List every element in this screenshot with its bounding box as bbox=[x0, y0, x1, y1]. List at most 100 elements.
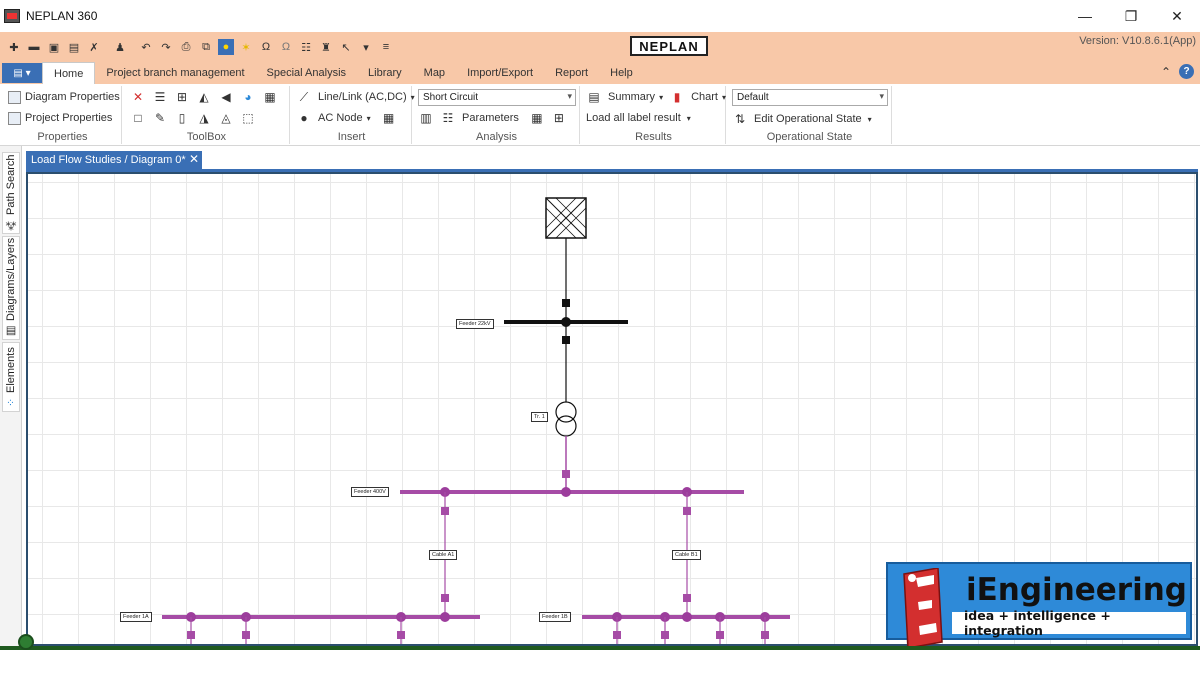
mv-breaker-bottom[interactable] bbox=[562, 336, 570, 344]
tab-help[interactable]: Help bbox=[599, 62, 644, 84]
minimize-button[interactable]: — bbox=[1062, 0, 1108, 32]
ribbon-help-controls: ⌃ ? bbox=[1161, 64, 1194, 79]
title-bar: NEPLAN 360 — ❐ ✕ bbox=[0, 0, 1200, 32]
format-icon[interactable]: ⬚ bbox=[240, 111, 256, 125]
sidebar-tab-path-search[interactable]: ⁂ Path Search bbox=[2, 152, 20, 234]
busbar-node[interactable] bbox=[440, 612, 450, 622]
tab-import-export[interactable]: Import/Export bbox=[456, 62, 544, 84]
grid-icon[interactable]: ☷ bbox=[298, 39, 314, 55]
flip-icon[interactable]: ◬ bbox=[218, 111, 234, 125]
user-icon[interactable]: ♟ bbox=[112, 39, 128, 55]
insert-grid-icon[interactable]: ▦ bbox=[381, 111, 397, 125]
copy-icon[interactable]: ⧉ bbox=[198, 39, 214, 55]
network-icon[interactable]: ⊞ bbox=[551, 111, 567, 125]
transformer-tr1[interactable] bbox=[555, 401, 577, 437]
shape-icon[interactable]: ◭ bbox=[196, 90, 212, 104]
label-cable-b1[interactable]: Cable B1 bbox=[672, 550, 701, 560]
pie-icon[interactable]: ◕ bbox=[240, 90, 256, 104]
cable-b1-breaker-bottom[interactable] bbox=[683, 594, 691, 602]
sidebar-tab-diagrams-layers[interactable]: ▤ Diagrams/Layers bbox=[2, 236, 20, 340]
load-breaker[interactable] bbox=[761, 631, 769, 639]
line-link-button[interactable]: ⟋ Line/Link (AC,DC) ▾ bbox=[296, 88, 415, 106]
label-feeder-1a[interactable]: Feeder 1A bbox=[120, 612, 152, 622]
close-button[interactable]: ✕ bbox=[1154, 0, 1200, 32]
save-icon[interactable]: ▣ bbox=[46, 39, 62, 55]
image-icon[interactable]: ▦ bbox=[262, 90, 278, 104]
cable-a1-breaker-bottom[interactable] bbox=[441, 594, 449, 602]
close-document-icon[interactable]: ✕ bbox=[189, 152, 199, 166]
binoculars-icon[interactable]: ♜ bbox=[318, 39, 334, 55]
edit-operational-state-button[interactable]: ⇅ Edit Operational State ▾ bbox=[732, 110, 872, 128]
omega-outline-icon[interactable]: Ω bbox=[278, 39, 294, 55]
label-feeder-22kv[interactable]: Feeder 22kV bbox=[456, 319, 494, 329]
sun-icon[interactable]: ✶ bbox=[238, 39, 254, 55]
connect-icon[interactable]: ⊞ bbox=[174, 90, 190, 104]
summary-button[interactable]: Summary bbox=[608, 91, 655, 103]
cable-a1-breaker-top[interactable] bbox=[441, 507, 449, 515]
tab-map[interactable]: Map bbox=[413, 62, 456, 84]
load-breaker[interactable] bbox=[187, 631, 195, 639]
tab-special-analysis[interactable]: Special Analysis bbox=[256, 62, 358, 84]
chart-button[interactable]: Chart bbox=[691, 91, 718, 103]
operational-state-select[interactable]: Default ▾ bbox=[732, 89, 888, 106]
neplan-logo: NEPLAN bbox=[630, 36, 708, 56]
customize-icon[interactable]: ≡ bbox=[378, 39, 394, 55]
tab-library[interactable]: Library bbox=[357, 62, 413, 84]
table-icon[interactable]: ▦ bbox=[529, 111, 545, 125]
label-tr1[interactable]: Tr. 1 bbox=[531, 412, 548, 422]
new-icon[interactable]: ✚ bbox=[6, 39, 22, 55]
restore-button[interactable]: ❐ bbox=[1108, 0, 1154, 32]
help-icon[interactable]: ? bbox=[1179, 64, 1194, 79]
tab-project-branch-management[interactable]: Project branch management bbox=[95, 62, 255, 84]
pointer-icon[interactable]: ↖ bbox=[338, 39, 354, 55]
print-icon[interactable]: ⎙ bbox=[178, 39, 194, 55]
status-indicator-icon[interactable] bbox=[18, 634, 34, 650]
load-breaker[interactable] bbox=[613, 631, 621, 639]
load-breaker[interactable] bbox=[242, 631, 250, 639]
omega-icon[interactable]: Ω bbox=[258, 39, 274, 55]
rectangle-icon[interactable]: □ bbox=[130, 111, 146, 125]
dropdown-icon[interactable]: ▾ bbox=[358, 39, 374, 55]
load-all-label-result-button[interactable]: Load all label result ▾ bbox=[586, 109, 691, 127]
ac-node-button[interactable]: ● AC Node ▾ ▦ bbox=[296, 109, 403, 127]
parameters-button[interactable]: Parameters bbox=[462, 112, 519, 124]
align-icon[interactable]: ☰ bbox=[152, 90, 168, 104]
open-folder-icon[interactable]: ▬ bbox=[26, 39, 42, 55]
mv-breaker-top[interactable] bbox=[562, 299, 570, 307]
tab-home[interactable]: Home bbox=[42, 62, 96, 84]
load-breaker[interactable] bbox=[397, 631, 405, 639]
diagram-properties-button[interactable]: Diagram Properties bbox=[8, 88, 120, 106]
label-feeder-1b[interactable]: Feeder 1B bbox=[539, 612, 571, 622]
lv-breaker[interactable] bbox=[562, 470, 570, 478]
sidebar-tab-elements[interactable]: ⁘ Elements bbox=[2, 342, 20, 412]
undo-icon[interactable]: ↶ bbox=[138, 39, 154, 55]
file-menu-button[interactable]: ▤ ▾ bbox=[2, 63, 42, 83]
tab-report[interactable]: Report bbox=[544, 62, 599, 84]
triangle-icon[interactable]: ◮ bbox=[196, 111, 212, 125]
label-cable-a1[interactable]: Cable A1 bbox=[429, 550, 458, 560]
project-properties-button[interactable]: Project Properties bbox=[8, 109, 112, 127]
collapse-ribbon-icon[interactable]: ⌃ bbox=[1161, 65, 1171, 79]
line-link-icon: ⟋ bbox=[299, 90, 309, 104]
busbar-node-22kv[interactable] bbox=[561, 317, 571, 327]
save-all-icon[interactable]: ▤ bbox=[66, 39, 82, 55]
load-breaker[interactable] bbox=[716, 631, 724, 639]
close-project-icon[interactable]: ✗ bbox=[86, 39, 102, 55]
analysis-group-label: Analysis bbox=[476, 131, 517, 143]
label-feeder-400v[interactable]: Feeder 400V bbox=[351, 487, 389, 497]
delete-icon[interactable]: ✕ bbox=[130, 90, 146, 104]
arrow-shape-icon[interactable]: ◀ bbox=[218, 90, 234, 104]
highlight-icon[interactable]: ● bbox=[218, 39, 234, 55]
analysis-select[interactable]: Short Circuit ▾ bbox=[418, 89, 576, 106]
calculator-icon[interactable]: ▥ bbox=[418, 111, 434, 125]
load-breaker[interactable] bbox=[661, 631, 669, 639]
document-tab[interactable]: Load Flow Studies / Diagram 0* ✕ bbox=[26, 151, 202, 169]
external-grid[interactable] bbox=[545, 197, 587, 239]
busbar-node[interactable] bbox=[561, 487, 571, 497]
column-icon[interactable]: ▯ bbox=[174, 111, 190, 125]
ie-badge-icon bbox=[903, 568, 943, 649]
pen-icon[interactable]: ✎ bbox=[152, 111, 168, 125]
redo-icon[interactable]: ↷ bbox=[158, 39, 174, 55]
busbar-node[interactable] bbox=[682, 612, 692, 622]
cable-b1-breaker-top[interactable] bbox=[683, 507, 691, 515]
